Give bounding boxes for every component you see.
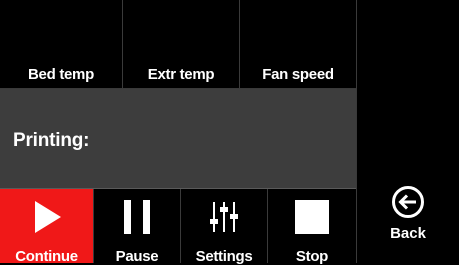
pause-icon bbox=[124, 200, 150, 234]
back-button[interactable]: Back bbox=[357, 178, 459, 263]
stop-label: Stop bbox=[295, 248, 329, 265]
print-status-bar: Printing: bbox=[0, 89, 356, 189]
sliders-icon bbox=[210, 202, 238, 232]
pause-button[interactable]: Pause bbox=[94, 189, 181, 265]
stop-button[interactable]: Stop bbox=[268, 189, 356, 265]
settings-button[interactable]: Settings bbox=[181, 189, 268, 265]
continue-label: Continue bbox=[15, 248, 78, 265]
print-status-text: Printing: bbox=[13, 130, 90, 151]
pause-label: Pause bbox=[115, 248, 159, 265]
print-toolbar: Continue Pause Settings Stop bbox=[0, 189, 356, 265]
back-arrow-icon bbox=[392, 186, 424, 218]
play-icon bbox=[34, 201, 61, 233]
extr-temp-cell[interactable]: Extr temp bbox=[123, 0, 240, 89]
extr-temp-label: Extr temp bbox=[147, 66, 215, 83]
status-row: Bed temp Extr temp Fan speed bbox=[0, 0, 356, 89]
settings-label: Settings bbox=[195, 248, 253, 265]
fan-speed-label: Fan speed bbox=[262, 66, 334, 83]
right-panel: Back bbox=[356, 0, 459, 263]
bed-temp-cell[interactable]: Bed temp bbox=[0, 0, 123, 89]
bed-temp-label: Bed temp bbox=[28, 66, 94, 83]
stop-icon bbox=[295, 200, 329, 234]
printer-screen: Bed temp Extr temp Fan speed Printing: C… bbox=[0, 0, 459, 265]
back-label: Back bbox=[390, 225, 426, 242]
fan-speed-cell[interactable]: Fan speed bbox=[240, 0, 356, 89]
continue-button[interactable]: Continue bbox=[0, 189, 94, 265]
